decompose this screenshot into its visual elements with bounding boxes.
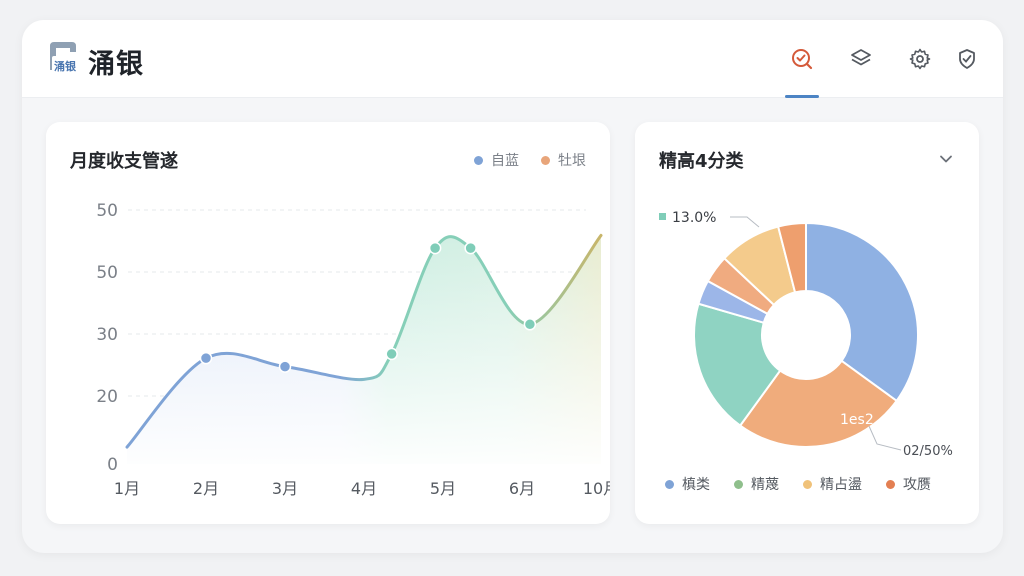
- line-chart: 50 50 30 20 0 1月 2月 3月 4月 5月 6月 10月: [96, 201, 610, 498]
- verified-button[interactable]: [950, 42, 984, 76]
- y-tick-label: 20: [96, 387, 118, 407]
- y-tick-label: 50: [96, 201, 118, 221]
- active-tab-indicator: [785, 95, 819, 98]
- check-search-button[interactable]: [785, 42, 819, 76]
- data-point[interactable]: [523, 318, 537, 331]
- x-tick-label: 10月: [583, 479, 610, 498]
- logo-icon: 涌银: [50, 42, 78, 73]
- callout-top-swatch: [659, 213, 666, 220]
- y-tick-label: 50: [96, 263, 118, 283]
- legend-label: 精蔑: [751, 477, 779, 493]
- callout-bottom: 02/50%: [868, 425, 953, 459]
- monthly-chart-card: 月度收支管遂 自蓝 牡垠 50 50 30 20 0 1月 2月 3月 4月 5…: [46, 122, 610, 524]
- data-point[interactable]: [464, 241, 477, 255]
- donut-legend: 槙类 精蔑 精占盪 攻赝: [665, 474, 931, 494]
- legend-item-category-2[interactable]: 精蔑: [734, 474, 779, 494]
- data-point[interactable]: [428, 241, 442, 255]
- check-search-icon: [792, 49, 813, 70]
- y-tick-label: 0: [107, 455, 118, 475]
- data-point[interactable]: [385, 347, 398, 361]
- callout-top-label: 13.0%: [672, 210, 716, 226]
- callout-top-leader: [730, 216, 760, 228]
- legend-item-category-1[interactable]: 槙类: [665, 474, 710, 494]
- legend-dot: [803, 479, 812, 489]
- header-bar: 涌银 涌银: [22, 20, 1003, 98]
- callout-bottom-label: 02/50%: [903, 444, 953, 459]
- brand-name: 涌银: [88, 49, 144, 80]
- x-tick-label: 5月: [430, 479, 456, 498]
- donut-chart: 13.0% 1es2 02/50%: [659, 210, 953, 459]
- callout-inner-label: 1es2: [840, 412, 874, 428]
- callout-bottom-leader: [868, 425, 902, 451]
- y-tick-label: 30: [96, 325, 118, 345]
- data-point[interactable]: [199, 351, 213, 365]
- legend-item-category-3[interactable]: 精占盪: [803, 474, 862, 494]
- category-chart-card: 精高4分类 13.0% 1es2 02/50% 槙类 精蔑 精占盪 攻赝: [635, 122, 979, 524]
- legend-dot: [734, 479, 743, 489]
- legend-label: 槙类: [682, 477, 710, 493]
- logo-text: 涌银: [54, 59, 77, 73]
- legend-label: 攻赝: [903, 477, 931, 493]
- x-tick-label: 3月: [272, 479, 298, 498]
- legend-label: 精占盪: [820, 477, 862, 493]
- x-tick-label: 1月: [114, 479, 140, 498]
- x-tick-label: 4月: [351, 479, 377, 498]
- gear-icon: [909, 48, 931, 70]
- legend-dot: [665, 479, 674, 489]
- donut-slice[interactable]: [805, 221, 919, 403]
- callout-top: 13.0%: [659, 210, 760, 228]
- app-window: 涌银 涌银 月度收支管遂 自蓝 牡垠 50 50 30 20 0 1月 2月 3…: [22, 20, 1003, 553]
- layers-icon: [851, 49, 871, 66]
- x-tick-label: 2月: [193, 479, 219, 498]
- shield-check-icon: [959, 49, 975, 69]
- legend-item-category-4[interactable]: 攻赝: [886, 474, 931, 494]
- settings-button[interactable]: [903, 42, 937, 76]
- data-point[interactable]: [278, 360, 292, 373]
- layers-button[interactable]: [844, 42, 878, 76]
- legend-dot: [886, 479, 895, 489]
- series-area-fade: [127, 235, 601, 464]
- x-tick-label: 6月: [509, 479, 535, 498]
